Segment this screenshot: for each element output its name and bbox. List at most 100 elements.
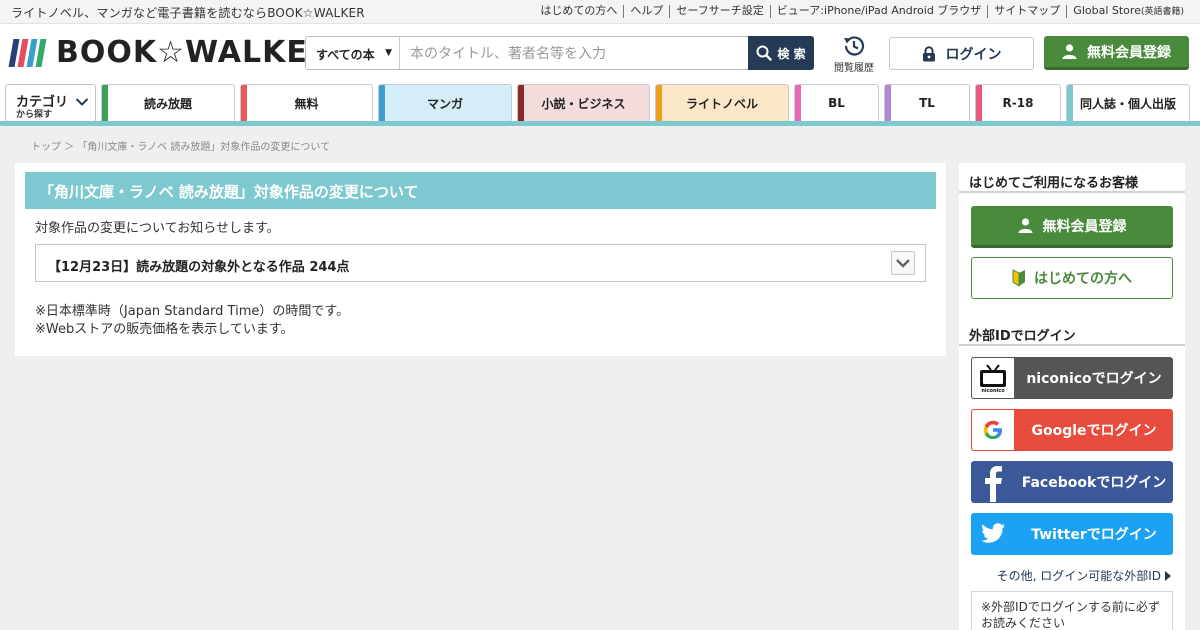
tab-bl[interactable]: BL	[794, 84, 879, 121]
category-nav: カテゴリ から探す 読み放題 無料 マンガ 小説・ビジネス ライトノベル BL …	[0, 82, 1200, 126]
history-button[interactable]: 閲覧履歴	[832, 34, 876, 74]
link-first-time[interactable]: はじめての方へ	[534, 5, 623, 18]
user-icon	[1062, 44, 1077, 59]
niconico-icon: niconico	[971, 357, 1015, 399]
caret-down-icon: ▼	[385, 48, 392, 58]
tab-novel-business[interactable]: 小説・ビジネス	[517, 84, 650, 121]
first-time-guide-label: はじめての方へ	[1034, 271, 1132, 287]
twitter-login-label: Twitterでログイン	[1031, 527, 1157, 543]
note-timezone: ※日本標準時（Japan Standard Time）の時間です。	[35, 304, 350, 319]
link-safe-search[interactable]: セーフサーチ設定	[669, 5, 769, 18]
tab-r18[interactable]: R-18	[975, 84, 1061, 121]
tab-color-stripe	[795, 85, 801, 121]
login-label: ログイン	[945, 46, 1002, 63]
nav-divider	[0, 121, 1200, 126]
search-category-select[interactable]: すべての本 ▼	[306, 37, 400, 69]
facebook-login-label: Facebookでログイン	[1021, 475, 1167, 491]
search-button-label: 検 索	[777, 46, 806, 61]
tab-label: マンガ	[426, 96, 463, 111]
register-label: 無料会員登録	[1087, 44, 1171, 61]
breadcrumb[interactable]: トップ ＞ 「角川文庫・ラノベ 読み放題」対象作品の変更について	[31, 138, 330, 153]
chevron-down-icon	[75, 98, 89, 106]
tab-color-stripe	[885, 85, 891, 121]
external-login-notice[interactable]: ※外部IDでログインする前に必ずお読みください	[971, 591, 1173, 630]
tab-label: 読み放題	[143, 96, 192, 111]
tab-label: ライトノベル	[685, 96, 758, 111]
twitter-login-button[interactable]: Twitterでログイン	[971, 513, 1173, 555]
tab-label: R-18	[1002, 96, 1034, 110]
login-button[interactable]: ログイン	[889, 37, 1034, 70]
google-icon	[971, 409, 1015, 451]
sidebar-register-button[interactable]: 無料会員登録	[971, 206, 1173, 248]
other-external-ids-label: その他, ログイン可能な外部ID	[996, 569, 1161, 583]
history-label: 閲覧履歴	[834, 63, 874, 74]
search-input[interactable]	[400, 37, 748, 69]
tab-free[interactable]: 無料	[240, 84, 373, 121]
expand-toggle[interactable]	[891, 251, 915, 275]
top-links: はじめての方へ ヘルプ セーフサーチ設定 ビューア:iPhone/iPad An…	[534, 5, 1190, 18]
tab-color-stripe	[379, 85, 385, 121]
user-icon	[1018, 218, 1032, 233]
notice-text: ※外部IDでログインする前に必ずお読みください	[981, 600, 1160, 630]
triangle-right-icon	[1165, 570, 1171, 581]
google-login-label: Googleでログイン	[1031, 423, 1157, 439]
niconico-login-button[interactable]: niconico niconicoでログイン	[971, 357, 1173, 399]
tab-unlimited[interactable]: 読み放題	[101, 84, 235, 121]
accordion-label: 【12月23日】読み放題の対象外となる作品 244点	[48, 260, 350, 275]
beginner-mark-icon	[1012, 269, 1025, 287]
twitter-icon	[971, 513, 1015, 555]
tab-label: 小説・ビジネス	[541, 96, 626, 111]
tab-light-novel[interactable]: ライトノベル	[655, 84, 789, 121]
tab-color-stripe	[102, 85, 108, 121]
search-icon	[756, 45, 773, 61]
site-logo[interactable]: BOOK☆WALKER	[8, 35, 332, 70]
search-bar: すべての本 ▼ 検 索	[305, 36, 814, 70]
tab-doujin-indie[interactable]: 同人誌・個人出版	[1066, 84, 1190, 121]
tab-color-stripe	[241, 85, 247, 121]
link-global-store[interactable]: Global Store(英語書籍)	[1066, 5, 1190, 18]
note-price: ※Webストアの販売価格を表示しています。	[35, 322, 294, 337]
tab-manga[interactable]: マンガ	[378, 84, 512, 121]
tab-label: TL	[919, 96, 935, 110]
search-button[interactable]: 検 索	[748, 36, 814, 70]
tab-label: 同人誌・個人出版	[1079, 96, 1176, 111]
link-sitemap[interactable]: サイトマップ	[987, 5, 1066, 18]
tab-color-stripe	[1067, 85, 1073, 121]
site-header: BOOK☆WALKER すべての本 ▼ 検 索 閲覧履歴 ログイン 無料会員登録	[0, 24, 1200, 82]
intro-text: 対象作品の変更についてお知らせします。	[35, 221, 280, 236]
google-login-button[interactable]: Googleでログイン	[971, 409, 1173, 451]
niconico-login-label: niconicoでログイン	[1026, 371, 1162, 387]
sidebar-register-label: 無料会員登録	[1042, 218, 1127, 235]
main-panel: 「角川文庫・ラノベ 読み放題」対象作品の変更について 対象作品の変更についてお知…	[15, 163, 946, 356]
tab-tl[interactable]: TL	[884, 84, 970, 121]
logo-bar	[35, 39, 47, 67]
page-title: 「角川文庫・ラノベ 読み放題」対象作品の変更について	[25, 172, 936, 209]
sidebar: はじめてご利用になるお客様 無料会員登録 はじめての方へ 外部IDでログイン n…	[959, 163, 1185, 630]
other-external-ids-link[interactable]: その他, ログイン可能な外部ID	[997, 567, 1171, 584]
category-menu-button[interactable]: カテゴリ から探す	[5, 84, 96, 122]
search-category-value: すべての本	[316, 48, 375, 62]
external-login-heading: 外部IDでログイン	[959, 316, 1185, 346]
svg-text:niconico: niconico	[981, 388, 1005, 394]
tab-color-stripe	[656, 85, 662, 121]
lock-icon	[922, 45, 935, 61]
chevron-down-icon	[896, 259, 910, 268]
history-icon	[844, 36, 865, 56]
accordion-dec23[interactable]: 【12月23日】読み放題の対象外となる作品 244点	[35, 244, 926, 282]
first-visit-heading: はじめてご利用になるお客様	[959, 163, 1185, 193]
register-button[interactable]: 無料会員登録	[1044, 36, 1189, 70]
global-store-suffix: (英語書籍)	[1140, 7, 1184, 17]
logo-bars	[8, 39, 47, 67]
tab-label: BL	[828, 96, 845, 110]
tab-label: 無料	[294, 96, 319, 111]
facebook-icon	[971, 461, 1015, 503]
top-utility-bar: ライトノベル、マンガなど電子書籍を読むならBOOK☆WALKER はじめての方へ…	[0, 0, 1200, 24]
facebook-login-button[interactable]: Facebookでログイン	[971, 461, 1173, 503]
link-help[interactable]: ヘルプ	[623, 5, 669, 18]
first-time-guide-button[interactable]: はじめての方へ	[971, 257, 1173, 299]
tab-color-stripe	[976, 85, 982, 121]
category-menu-line2: から探す	[16, 110, 53, 120]
link-viewer[interactable]: ビューア:iPhone/iPad Android ブラウザ	[769, 5, 988, 18]
logo-text: BOOK☆WALKER	[56, 35, 332, 70]
site-tagline: ライトノベル、マンガなど電子書籍を読むならBOOK☆WALKER	[11, 6, 365, 20]
